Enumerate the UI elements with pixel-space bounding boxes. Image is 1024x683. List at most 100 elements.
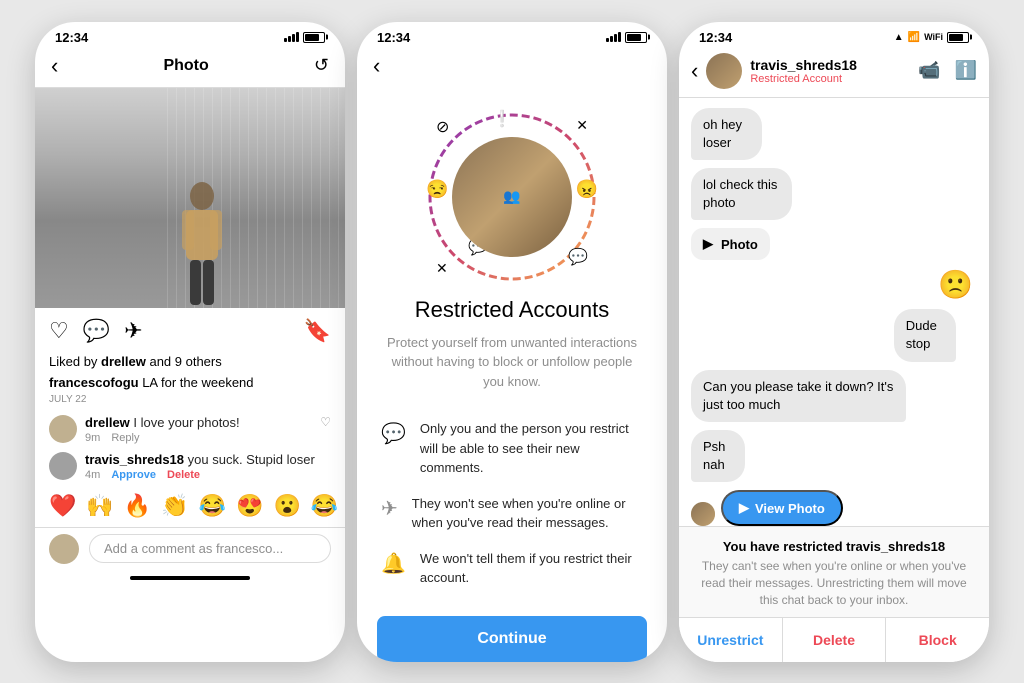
post-header: ‹ Photo ↺ — [35, 49, 345, 88]
emoji-reaction: 🙁 — [938, 268, 977, 301]
home-indicator-1 — [130, 576, 250, 580]
person-silhouette — [172, 178, 232, 308]
sender-avatar — [691, 502, 715, 526]
comment-user-1[interactable]: drellew — [85, 415, 130, 430]
restrict-notice: You have restricted travis_shreds18 They… — [679, 526, 989, 616]
status-time-3: 12:34 — [699, 30, 732, 45]
orbit-icon-3: ✕ — [576, 117, 588, 134]
post-image — [35, 88, 345, 308]
chat-header: ‹ travis_shreds18 Restricted Account 📹 ℹ… — [679, 49, 989, 98]
play-icon-photo: ▶ — [703, 236, 713, 252]
msg-row-photo: ▶ Photo — [691, 228, 770, 260]
feature-text-1: Only you and the person you restrict wil… — [420, 419, 643, 478]
restrict-description: Protect yourself from unwanted interacti… — [357, 333, 667, 412]
delete-chat-button[interactable]: Delete — [782, 618, 886, 662]
post-caption: francescofogu LA for the weekend — [35, 373, 345, 392]
comment-input-row: Add a comment as francesco... — [35, 527, 345, 570]
comment-row-1: drellew I love your photos! 9m Reply ♡ — [35, 411, 345, 448]
emoji-bar: ❤️ 🙌 🔥 👏 😂 😍 😮 😂 🎉 — [35, 485, 345, 527]
post-title: Photo — [163, 57, 208, 75]
phone-restricted: 12:34 ‹ — [357, 22, 667, 662]
msg-takedown: Can you please take it down? It's just t… — [691, 370, 906, 422]
delete-comment-button[interactable]: Delete — [167, 469, 200, 481]
restrict-header: ‹ — [357, 49, 667, 87]
liker-name[interactable]: drellew — [101, 354, 146, 369]
msg-row-1: oh hey loser — [691, 108, 786, 160]
battery-icon-3 — [947, 32, 969, 43]
status-bar-3: 12:34 ▲ 📶 WiFi — [679, 22, 989, 49]
own-avatar — [49, 534, 79, 564]
messages-area: oh hey loser lol check this photo ▶ Phot… — [679, 98, 989, 527]
msg-row-dude: Dude stop — [894, 309, 977, 361]
info-icon[interactable]: ℹ️ — [955, 60, 977, 81]
comment-icon[interactable]: 💬 — [83, 318, 110, 344]
comment-avatar-2 — [49, 452, 77, 480]
restrict-notice-text: They can't see when you're online or whe… — [695, 558, 973, 608]
comment-input[interactable]: Add a comment as francesco... — [89, 534, 331, 563]
back-button-2[interactable]: ‹ — [373, 53, 380, 79]
post-likes: Liked by drellew and 9 others — [35, 354, 345, 373]
contact-avatar[interactable] — [706, 53, 742, 89]
comment-avatar-1 — [49, 415, 77, 443]
video-icon[interactable]: 📹 — [918, 60, 940, 81]
restrict-feature-2: ✈ They won't see when you're online or w… — [357, 486, 667, 541]
msg-dude: Dude stop — [894, 309, 956, 361]
restrict-title: Restricted Accounts — [357, 297, 667, 333]
restrict-center-photo: 👥 — [452, 137, 572, 257]
unrestrict-button[interactable]: Unrestrict — [679, 618, 782, 662]
phone-chat: 12:34 ▲ 📶 WiFi ‹ travis_shreds18 Restric… — [679, 22, 989, 662]
status-icons-1 — [284, 32, 325, 43]
status-time-2: 12:34 — [377, 30, 410, 45]
feature-text-2: They won't see when you're online or whe… — [412, 494, 643, 533]
contact-name[interactable]: travis_shreds18 — [750, 57, 910, 73]
status-icons-3: ▲ 📶 WiFi — [894, 32, 969, 43]
comment-row-2: travis_shreds18 you suck. Stupid loser 4… — [35, 448, 345, 485]
approve-button[interactable]: Approve — [111, 469, 156, 481]
phones-container: 12:34 ‹ Photo ↺ — [15, 2, 1009, 682]
orbit-icon-2: ❕ — [492, 109, 512, 129]
view-photo-button[interactable]: ▶ Unrestrict View Photo — [721, 490, 843, 526]
signal-bars-1 — [284, 32, 299, 42]
restrict-actions: Unrestrict Delete Block — [679, 617, 989, 662]
back-button-3[interactable]: ‹ — [691, 58, 698, 84]
msg-row-takedown: Can you please take it down? It's just t… — [691, 370, 977, 422]
status-bar-2: 12:34 — [357, 22, 667, 49]
bookmark-icon[interactable]: 🔖 — [304, 318, 331, 344]
comment-user-2[interactable]: travis_shreds18 — [85, 452, 184, 467]
msg-row-psh: Psh nah — [691, 430, 763, 482]
feature-icon-1: 💬 — [381, 421, 406, 446]
caption-user[interactable]: francescofogu — [49, 375, 139, 390]
status-bar-1: 12:34 — [35, 22, 345, 49]
orbit-icon-7: 😒 — [426, 179, 448, 200]
msg-photo[interactable]: ▶ Photo — [691, 228, 770, 260]
post-actions: ♡ 💬 ✈ 🔖 — [35, 308, 345, 354]
phone-post: 12:34 ‹ Photo ↺ — [35, 22, 345, 662]
msg-1: oh hey loser — [691, 108, 762, 160]
status-time-1: 12:34 — [55, 30, 88, 45]
msg-psh: Psh nah — [691, 430, 745, 482]
battery-icon-2 — [625, 32, 647, 43]
orbit-icon-6: ✕ — [436, 260, 448, 277]
contact-restricted-status: Restricted Account — [750, 73, 910, 85]
orbit-icon-5: 💬 — [568, 247, 588, 267]
status-icons-2 — [606, 32, 647, 43]
block-button[interactable]: Block — [885, 618, 989, 662]
signal-bars-2 — [606, 32, 621, 42]
msg-row-viewphoto: ▶ Unrestrict View Photo — [691, 490, 843, 526]
back-button-1[interactable]: ‹ — [51, 53, 58, 79]
restrict-feature-3: 🔔 We won't tell them if you restrict the… — [357, 541, 667, 596]
comment-like-1[interactable]: ♡ — [320, 415, 331, 429]
heart-icon[interactable]: ♡ — [49, 318, 69, 344]
restrict-visual: 👥 ⊘ ❕ ✕ 😠 💬 ✕ 😒 💬 — [357, 87, 667, 297]
orbit-icon-1: ⊘ — [436, 117, 449, 137]
restrict-notice-title: You have restricted travis_shreds18 — [695, 539, 973, 554]
msg-2: lol check this photo — [691, 168, 792, 220]
feature-text-3: We won't tell them if you restrict their… — [420, 549, 643, 588]
feature-icon-3: 🔔 — [381, 551, 406, 576]
refresh-icon[interactable]: ↺ — [314, 55, 329, 76]
msg-row-2: lol check this photo — [691, 168, 826, 220]
post-date: JULY 22 — [35, 392, 345, 411]
share-icon[interactable]: ✈ — [124, 318, 142, 344]
orbit-icon-4: 😠 — [576, 179, 598, 200]
continue-button[interactable]: Continue — [377, 616, 647, 662]
